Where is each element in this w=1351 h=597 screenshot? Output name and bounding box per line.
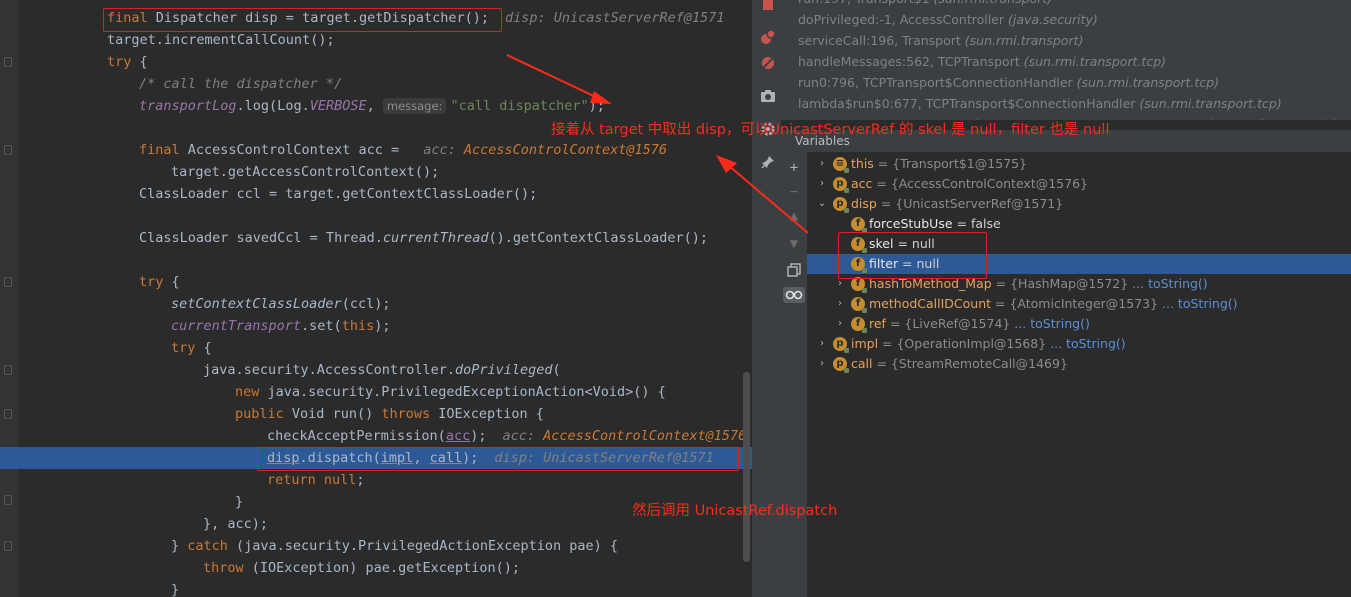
arrowhead (590, 91, 612, 104)
annotation-bottom: 然后调用 UnicastRef.dispatch (632, 503, 838, 519)
annotation-top: 接着从 target 中取出 disp，可以UnicastServerRef 的… (551, 122, 1110, 138)
arrow-to-log-line (506, 54, 599, 99)
arrow-to-annotation (727, 164, 809, 234)
